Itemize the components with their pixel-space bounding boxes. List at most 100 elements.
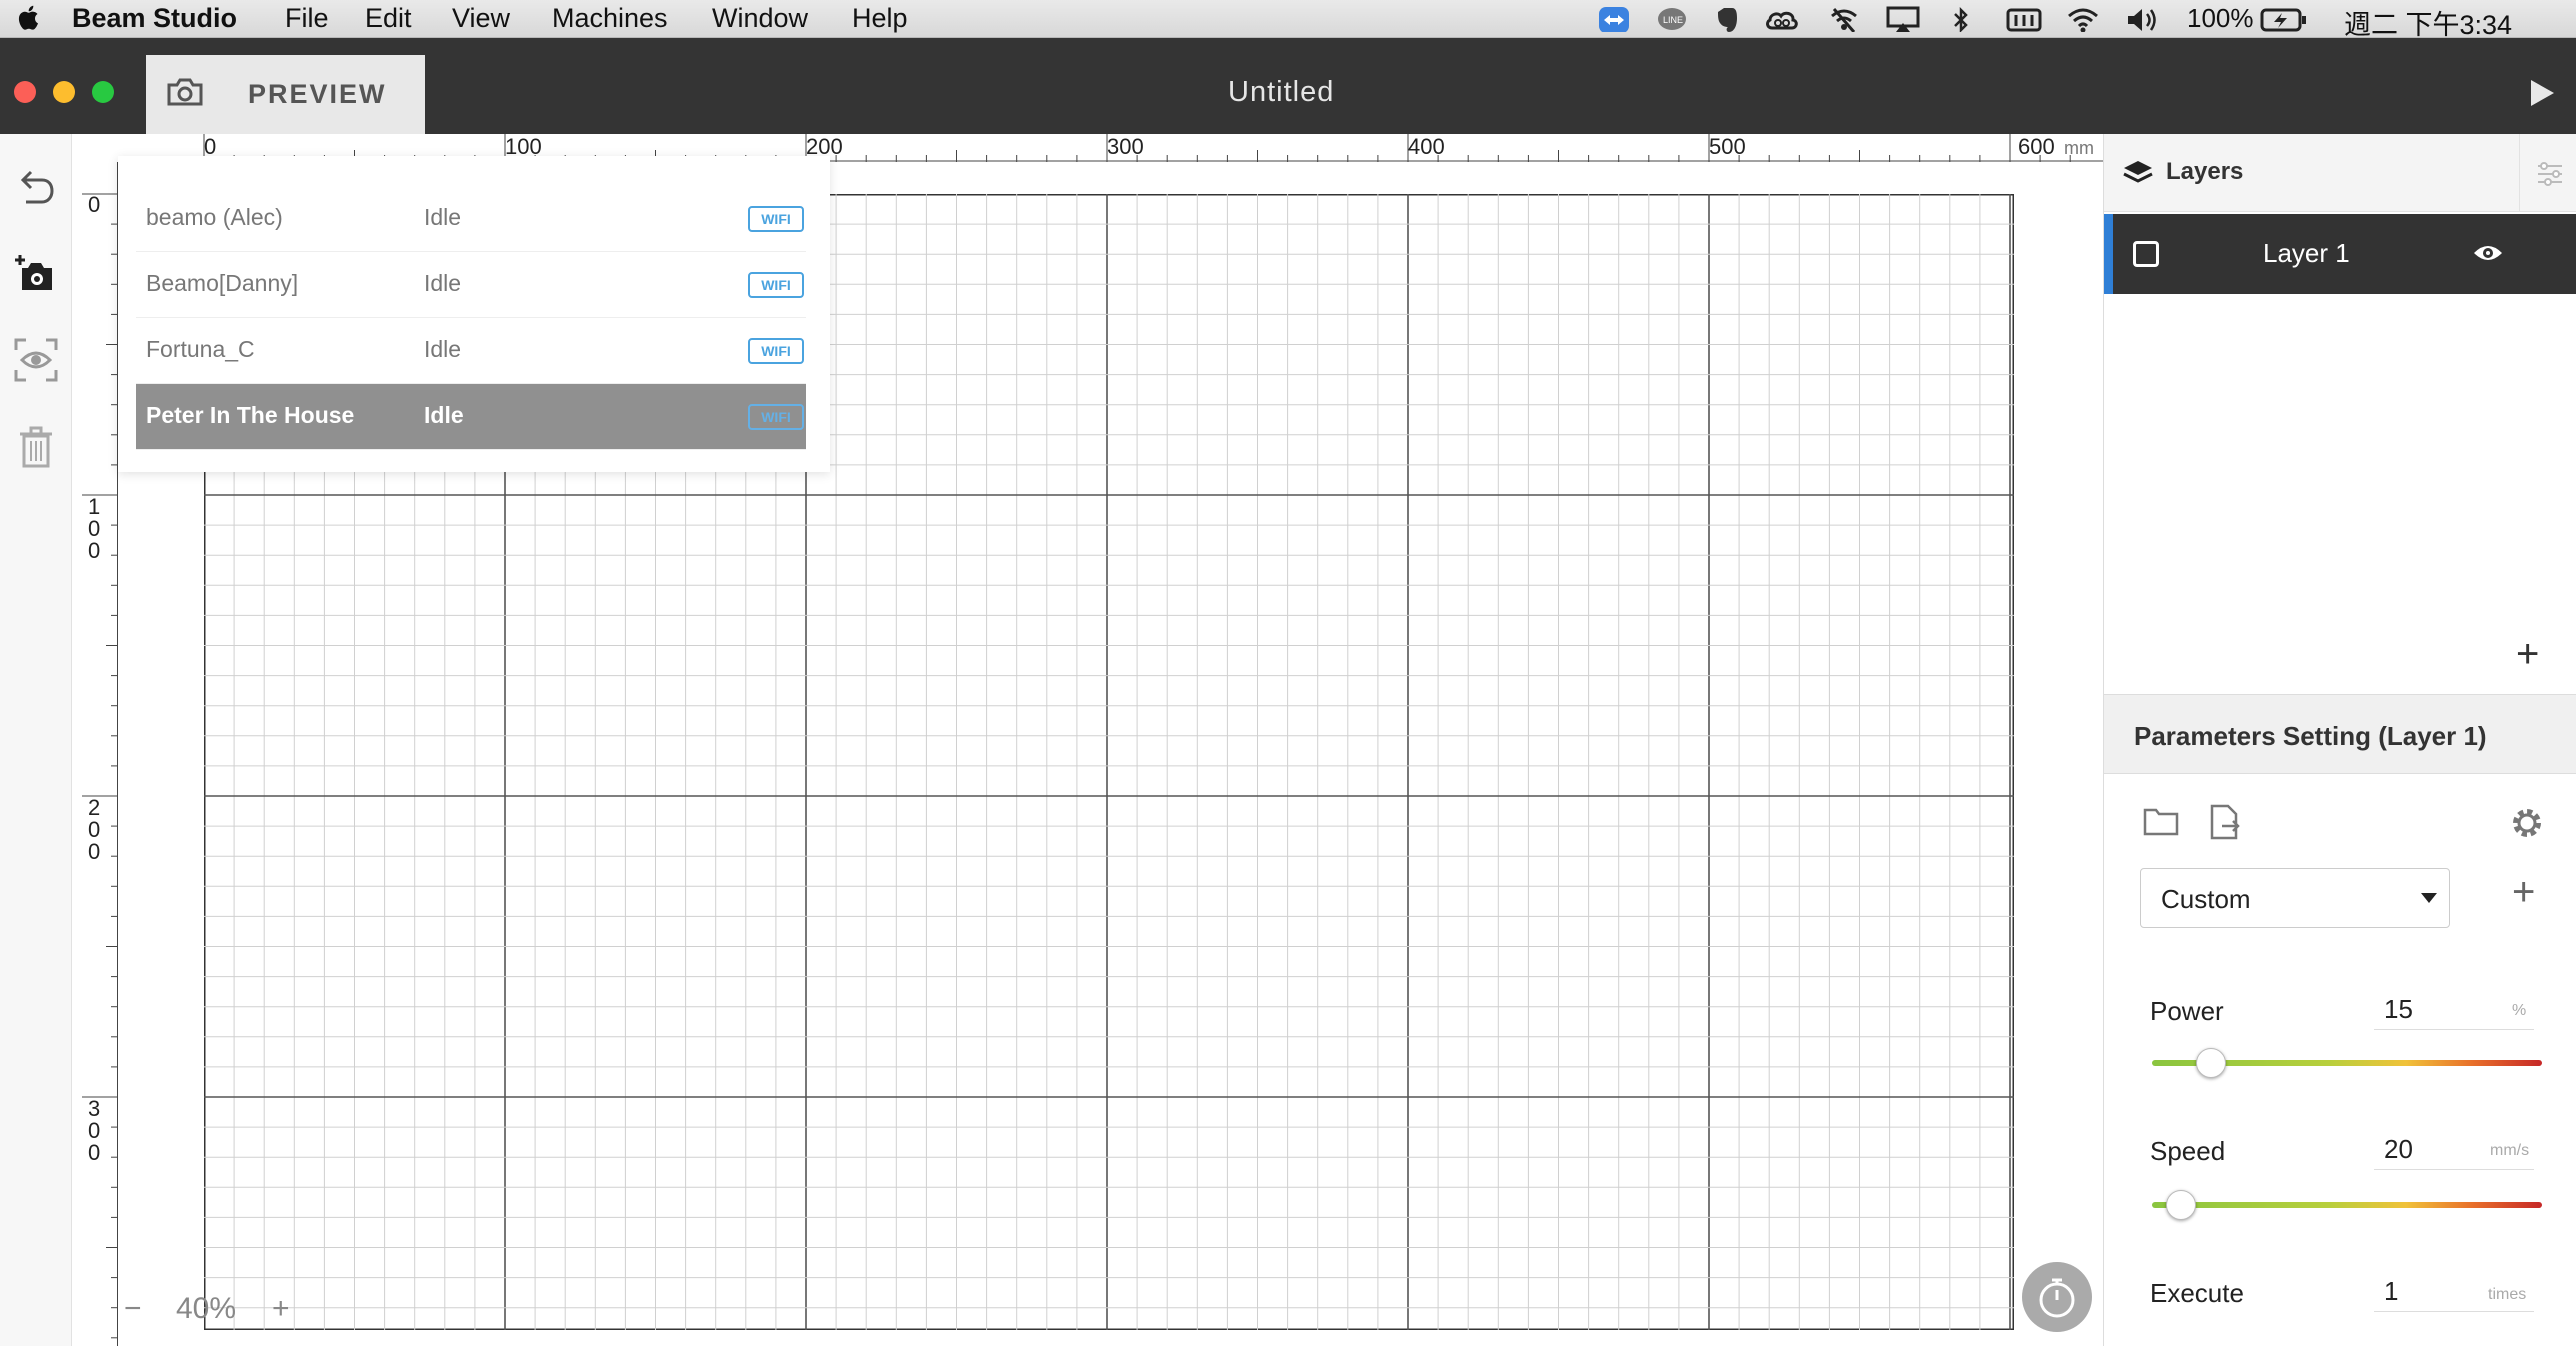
execute-label: Execute <box>2150 1278 2244 1308</box>
layers-title: Layers <box>2166 158 2244 185</box>
machine-name: Beamo[Danny] <box>146 270 299 296</box>
gear-icon[interactable] <box>2508 804 2546 842</box>
preview-label: PREVIEW <box>248 79 387 109</box>
menu-edit[interactable]: Edit <box>365 3 412 34</box>
chevron-down-icon <box>2421 893 2437 903</box>
left-toolbar <box>0 134 72 1346</box>
wifi-badge: WIFI <box>748 404 804 430</box>
menu-view[interactable]: View <box>452 3 510 34</box>
macos-menubar: Beam Studio File Edit View Machines Wind… <box>0 0 2576 40</box>
play-icon[interactable] <box>2528 78 2556 108</box>
execute-unit: times <box>2488 1286 2527 1303</box>
trace-image-icon[interactable] <box>12 336 60 384</box>
evernote-icon[interactable] <box>1712 6 1740 32</box>
layers-header: Layers <box>2104 134 2576 212</box>
input-method-icon[interactable] <box>2006 6 2042 32</box>
speed-slider[interactable] <box>2152 1190 2542 1220</box>
machine-status: Idle <box>424 336 462 362</box>
volume-icon[interactable] <box>2126 6 2162 32</box>
svg-text:LINE: LINE <box>1663 15 1683 25</box>
machine-item[interactable]: Beamo[Danny] Idle WIFI <box>136 252 806 318</box>
creative-cloud-icon[interactable] <box>1764 6 1800 32</box>
zoom-level: 40% <box>176 1292 237 1325</box>
add-camera-icon[interactable] <box>12 252 60 300</box>
ruler-unit: mm <box>2064 138 2094 158</box>
ruler-label-600: 600 <box>2018 134 2055 159</box>
ruler-label-300: 300 <box>1107 134 1144 159</box>
layer-options-button[interactable] <box>2519 134 2576 212</box>
time-estimate-button[interactable] <box>2022 1262 2092 1332</box>
machine-name: Fortuna_C <box>146 336 255 362</box>
power-input[interactable]: 15 <box>2374 986 2534 1030</box>
speed-slider-handle[interactable] <box>2166 1190 2197 1220</box>
ruler-label-left-100: 100 <box>88 494 101 563</box>
preset-value: Custom <box>2161 884 2251 914</box>
menu-file[interactable]: File <box>285 3 329 34</box>
battery-icon[interactable] <box>2260 6 2308 32</box>
line-icon[interactable]: LINE <box>1656 6 1688 32</box>
ruler-label-500: 500 <box>1709 134 1746 159</box>
power-slider[interactable] <box>2152 1048 2542 1078</box>
zoom-in-button[interactable]: + <box>272 1292 290 1326</box>
preset-select[interactable]: Custom <box>2140 868 2450 928</box>
document-title: Untitled <box>1228 76 1335 108</box>
battery-percentage: 100% <box>2187 3 2254 33</box>
left-ruler-ticks <box>82 193 118 1339</box>
trash-icon[interactable] <box>12 424 60 472</box>
ruler-label-left-200: 200 <box>88 795 101 864</box>
machine-item[interactable]: Fortuna_C Idle WIFI <box>136 318 806 384</box>
parameters-header: Parameters Setting (Layer 1) <box>2104 694 2576 774</box>
add-preset-button[interactable]: + <box>2512 870 2535 915</box>
bluetooth-icon[interactable] <box>1950 6 1972 32</box>
machine-item-selected[interactable]: Peter In The House Idle WIFI <box>136 384 806 450</box>
export-file-icon[interactable] <box>2208 804 2242 840</box>
menu-machines[interactable]: Machines <box>552 3 668 34</box>
menubar-clock[interactable]: 週二 下午3:34 <box>2344 3 2512 42</box>
menu-window[interactable]: Window <box>712 3 808 34</box>
ruler-label-left-0: 0 <box>88 192 101 217</box>
folder-icon[interactable] <box>2142 804 2180 838</box>
machine-select-dropdown: beamo (Alec) Idle WIFI Beamo[Danny] Idle… <box>118 156 830 472</box>
machine-status: Idle <box>424 402 464 428</box>
machine-status: Idle <box>424 270 462 296</box>
power-label: Power <box>2150 996 2224 1026</box>
power-unit: % <box>2512 1002 2527 1019</box>
sliders-icon <box>2538 162 2562 186</box>
layer-select-checkbox[interactable] <box>2133 241 2159 267</box>
zoom-window-button[interactable] <box>92 81 114 103</box>
machine-name: Peter In The House <box>146 402 355 428</box>
menu-help[interactable]: Help <box>852 3 908 34</box>
airplay-icon[interactable] <box>1886 6 1920 32</box>
ruler-label-left-300: 300 <box>88 1096 101 1165</box>
zoom-out-button[interactable]: − <box>124 1292 142 1326</box>
wifi-badge: WIFI <box>748 206 804 232</box>
teamviewer-icon[interactable] <box>1598 6 1630 32</box>
stopwatch-icon <box>2039 1278 2075 1318</box>
eye-icon[interactable] <box>2473 242 2503 264</box>
ruler-label-400: 400 <box>1408 134 1445 159</box>
machine-item[interactable]: beamo (Alec) Idle WIFI <box>136 186 806 252</box>
layers-icon <box>2123 161 2153 183</box>
close-window-button[interactable] <box>14 81 36 103</box>
preview-button[interactable]: PREVIEW <box>146 55 425 134</box>
speed-label: Speed <box>2150 1136 2226 1166</box>
wifi-off-icon[interactable] <box>1828 6 1860 32</box>
wifi-icon[interactable] <box>2066 6 2100 32</box>
parameters-title: Parameters Setting (Layer 1) <box>2134 721 2487 751</box>
undo-icon[interactable] <box>12 164 60 212</box>
minimize-window-button[interactable] <box>53 81 75 103</box>
app-name-menu[interactable]: Beam Studio <box>72 3 237 34</box>
camera-icon <box>167 78 203 106</box>
layer-name: Layer 1 <box>2263 238 2350 268</box>
add-layer-button[interactable]: + <box>2516 632 2539 677</box>
machine-name: beamo (Alec) <box>146 204 283 230</box>
layer-item-selected[interactable]: Layer 1 <box>2104 214 2576 294</box>
right-panel: Layers Layer 1 + Parameters Setting (Lay… <box>2103 134 2576 1346</box>
machine-status: Idle <box>424 204 462 230</box>
left-ruler: 0 100 200 300 <box>82 162 118 1346</box>
wifi-badge: WIFI <box>748 338 804 364</box>
apple-logo-icon[interactable] <box>16 4 42 32</box>
power-slider-handle[interactable] <box>2195 1048 2226 1078</box>
wifi-badge: WIFI <box>748 272 804 298</box>
speed-unit: mm/s <box>2490 1142 2530 1159</box>
